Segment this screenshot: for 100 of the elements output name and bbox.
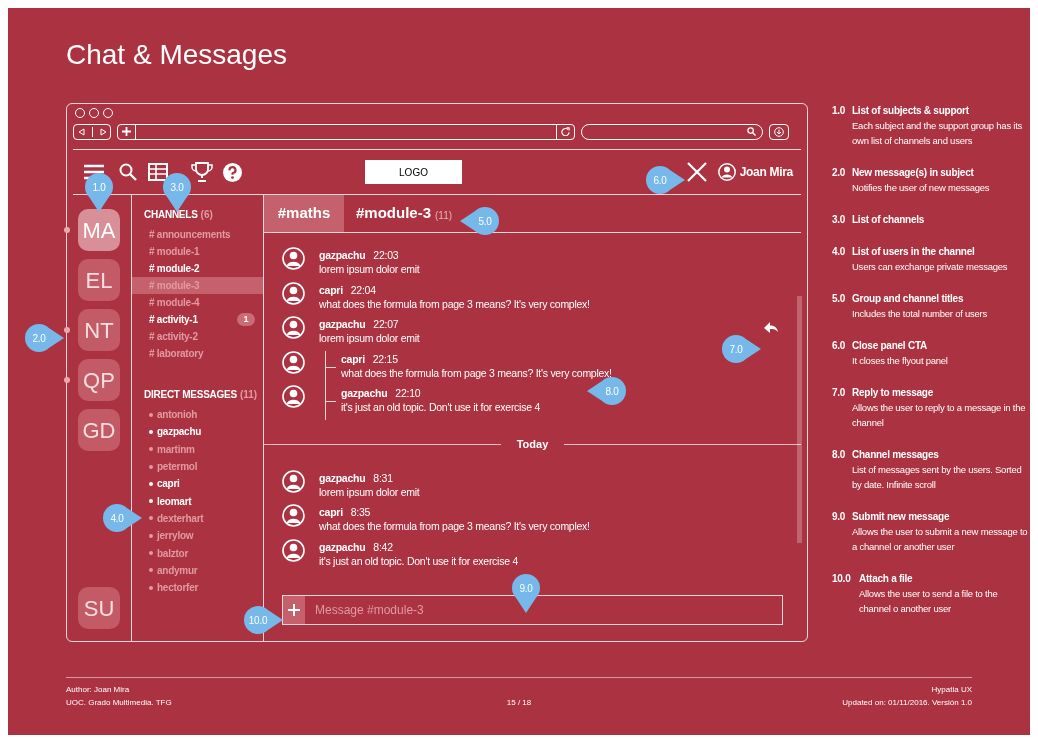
legend-title: List of users in the channel xyxy=(852,245,976,259)
user-item[interactable]: gazpachu xyxy=(157,424,202,440)
updated-text: Updated on: 01/11/2016. Versión 1.0 xyxy=(842,697,972,709)
user-item[interactable]: capri xyxy=(157,476,180,492)
channel-item[interactable]: # module-1 xyxy=(132,243,263,260)
subject-tile[interactable]: MA xyxy=(78,209,120,251)
unread-badge: 1 xyxy=(237,313,255,326)
message-time: 22:07 xyxy=(373,317,399,331)
page-title: Chat & Messages xyxy=(66,38,287,72)
user-item[interactable]: martinm xyxy=(157,441,195,457)
channel-item[interactable]: # module-3 xyxy=(132,277,263,294)
legend-title: New message(s) in subject xyxy=(852,166,975,180)
message-time: 22:03 xyxy=(373,248,399,262)
legend-description: Users can exchange private messages xyxy=(852,260,1008,274)
message-author[interactable]: capri xyxy=(341,351,365,366)
callout-marker: 1.0 xyxy=(84,172,114,212)
count-label: (6) xyxy=(200,208,213,222)
subject-tile[interactable]: EL xyxy=(78,259,120,301)
trophy-icon[interactable] xyxy=(191,162,213,182)
message-text: it's just an old topic. Don't use it for exercise 4 xyxy=(319,553,518,568)
message-author[interactable]: gazpachu xyxy=(319,317,366,331)
user-item[interactable]: antonioh xyxy=(157,407,198,423)
legend-number: 6.0 xyxy=(832,339,847,353)
grid-icon[interactable] xyxy=(148,163,168,181)
message-time: 22:15 xyxy=(372,351,398,366)
legend-description: Allows the user to submit a new message to a channel or another user xyxy=(852,525,1028,554)
author-text: Author: Joan Mira xyxy=(66,684,131,696)
legend-description: List of messages sent by the users. Sorted by date. Infinite scroll xyxy=(852,463,1023,492)
legend-title: Group and channel titles xyxy=(852,292,965,306)
user-avatar-icon xyxy=(282,281,305,305)
course-text: UOC. Grado Multimedia. TFG xyxy=(66,697,173,709)
legend-number: 5.0 xyxy=(832,292,847,306)
legend-title: Reply to message xyxy=(852,386,935,400)
member-count: (11) xyxy=(435,208,453,223)
message-author[interactable]: gazpachu xyxy=(319,470,366,485)
callout-marker: 10.0 xyxy=(243,605,283,635)
message-author[interactable]: capri xyxy=(319,282,343,297)
download-button[interactable] xyxy=(769,123,789,140)
close-icon[interactable] xyxy=(686,162,707,182)
message-author[interactable]: gazpachu xyxy=(319,248,366,262)
callout-marker: 7.0 xyxy=(721,334,761,364)
user-item[interactable]: andymur xyxy=(157,562,198,578)
forward-icon[interactable] xyxy=(99,127,107,136)
subject-tile[interactable]: SU xyxy=(78,587,120,629)
reply-icon[interactable] xyxy=(764,322,778,334)
legend-description: Includes the total number of users xyxy=(852,307,988,321)
channel-item[interactable]: # activity-1 1 xyxy=(132,311,263,328)
back-forward-button[interactable] xyxy=(73,123,111,140)
message-text: it's just an old topic. Don't use it for exercise 4 xyxy=(341,400,540,414)
legend-number: 4.0 xyxy=(832,245,847,259)
callout-marker: 9.0 xyxy=(511,573,541,613)
callout-marker: 2.0 xyxy=(24,323,64,353)
plus-icon xyxy=(288,604,300,616)
user-item[interactable]: jerrylow xyxy=(157,528,194,544)
group-title: #maths xyxy=(264,195,344,232)
search-icon xyxy=(747,127,756,136)
legend-description: It closes the flyout panel xyxy=(852,354,948,368)
message-time: 8:31 xyxy=(373,470,393,485)
user-item[interactable]: petermol xyxy=(157,459,198,475)
channel-item[interactable]: # announcements xyxy=(132,226,263,243)
address-bar[interactable] xyxy=(117,123,575,140)
channel-item[interactable]: # laboratory xyxy=(132,345,263,362)
user-avatar-icon xyxy=(282,247,305,270)
legend-number: 1.0 xyxy=(832,104,847,118)
callout-marker: 6.0 xyxy=(645,165,685,195)
legend-title: Submit new message xyxy=(852,510,951,524)
legend-title: List of subjects & support xyxy=(852,104,970,118)
message-text: lorem ipsum dolor emit xyxy=(319,262,420,276)
legend-description: Notifies the user of new messages xyxy=(852,181,990,195)
legend-number: 9.0 xyxy=(832,510,847,524)
direct-messages-heading: DIRECT MESSAGES xyxy=(144,388,237,402)
channel-item[interactable]: # activity-2 xyxy=(132,328,263,345)
scrollbar[interactable] xyxy=(797,296,802,543)
attach-file-button[interactable] xyxy=(283,596,305,624)
subject-tile[interactable]: QP xyxy=(78,359,120,401)
legend-number: 8.0 xyxy=(832,448,847,462)
user-item[interactable]: balztor xyxy=(157,545,189,561)
legend-number: 10.0 xyxy=(832,572,852,586)
back-icon[interactable] xyxy=(77,127,85,136)
channel-item[interactable]: # module-4 xyxy=(132,294,263,311)
project-name: Hypatia UX xyxy=(931,684,972,696)
search-icon[interactable] xyxy=(119,163,137,181)
help-icon[interactable] xyxy=(223,162,242,182)
message-author[interactable]: capri xyxy=(319,505,343,519)
user-name[interactable]: Joan Mira xyxy=(739,163,793,181)
user-item[interactable]: leomart xyxy=(157,493,192,509)
legend-number: 3.0 xyxy=(832,213,847,227)
message-author[interactable]: gazpachu xyxy=(341,386,388,400)
user-item[interactable]: hectorfer xyxy=(157,580,199,596)
channel-title: #module-3 xyxy=(356,203,431,224)
subject-tile[interactable]: NT xyxy=(78,309,120,351)
user-avatar-icon xyxy=(282,538,305,562)
message-time: 22:10 xyxy=(395,386,421,400)
legend-description: Allows the user to send a file to the channel o another user xyxy=(859,587,999,616)
user-item[interactable]: dexterhart xyxy=(157,510,204,526)
subject-tile[interactable]: GD xyxy=(78,409,120,451)
message-text: what does the formula from page 3 means? It's very complex! xyxy=(319,519,590,533)
channel-item[interactable]: # module-2 xyxy=(132,260,263,277)
message-author[interactable]: gazpachu xyxy=(319,539,366,554)
callout-marker: 4.0 xyxy=(102,503,142,533)
